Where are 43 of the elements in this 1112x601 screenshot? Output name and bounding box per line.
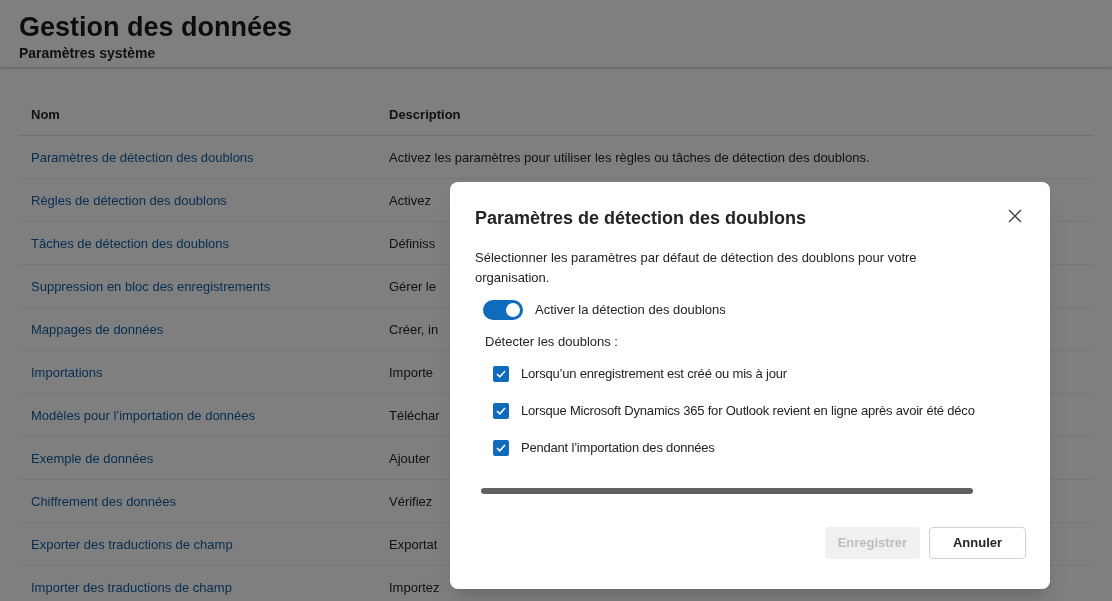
table-cell: Téléchar <box>389 408 440 423</box>
checkbox-label: Lorsque Microsoft Dynamics 365 for Outlook revient en ligne après avoir été déco <box>521 401 975 420</box>
toggle-label: Activer la détection des doublons <box>535 301 726 320</box>
table-link[interactable]: Importations <box>31 365 103 380</box>
dialog-description: Sélectionner les paramètres par défaut de détection des doublons pour votre organisation. <box>474 249 918 287</box>
column-header: Description <box>389 106 461 122</box>
checkbox[interactable] <box>493 365 509 382</box>
toggle-switch[interactable] <box>483 300 523 320</box>
table-cell: Créer, in <box>389 322 439 337</box>
table-cell: Importe <box>389 365 434 380</box>
table-link[interactable]: Paramètres de détection des doublons <box>31 150 254 165</box>
page-subtitle: Paramètres système <box>19 44 157 62</box>
table-link[interactable]: Importer des traductions de champ <box>31 580 232 595</box>
checkbox-label: Lorsqu’un enregistrement est créé ou mis à jour <box>521 364 787 383</box>
table-link[interactable]: Suppression en bloc des enregistrements <box>31 279 271 294</box>
table-link[interactable]: Exemple de données <box>31 451 154 466</box>
table-cell: Importez <box>389 580 440 595</box>
table-cell: Ajouter <box>389 451 431 466</box>
table-cell: Définiss <box>389 236 436 251</box>
table-link[interactable]: Tâches de détection des doublons <box>31 236 230 251</box>
table-cell: Activez les paramètres pour utiliser les règles ou tâches de détection des doublons. <box>389 150 870 165</box>
cancel-button[interactable]: Annuler <box>929 527 1026 559</box>
table-cell: Exportat <box>389 537 438 552</box>
checkmark-icon <box>496 443 506 452</box>
checkbox[interactable] <box>493 402 509 419</box>
dialog-title: Paramètres de détection des doublons <box>475 207 807 230</box>
checkbox-label: Pendant l’importation des données <box>521 438 715 457</box>
table-cell: Vérifiez <box>389 494 433 509</box>
table-cell: Gérer le <box>389 279 436 294</box>
table-cell: Activez <box>389 193 431 208</box>
checkmark-icon <box>496 369 506 378</box>
table-link[interactable]: Chiffrement des données <box>31 494 177 509</box>
page-title: Gestion des données <box>19 11 294 44</box>
table-link[interactable]: Exporter des traductions de champ <box>31 537 233 552</box>
column-header: Nom <box>31 106 60 122</box>
table-link[interactable]: Mappages de données <box>31 322 164 337</box>
checkmark-icon <box>496 406 506 415</box>
close-icon[interactable] <box>1008 209 1022 223</box>
table-link[interactable]: Règles de détection des doublons <box>31 193 227 208</box>
checkbox[interactable] <box>493 439 509 456</box>
scrollbar[interactable] <box>481 488 973 494</box>
table-link[interactable]: Modèles pour l’importation de données <box>31 408 256 423</box>
group-label: Détecter les doublons : <box>484 333 619 351</box>
